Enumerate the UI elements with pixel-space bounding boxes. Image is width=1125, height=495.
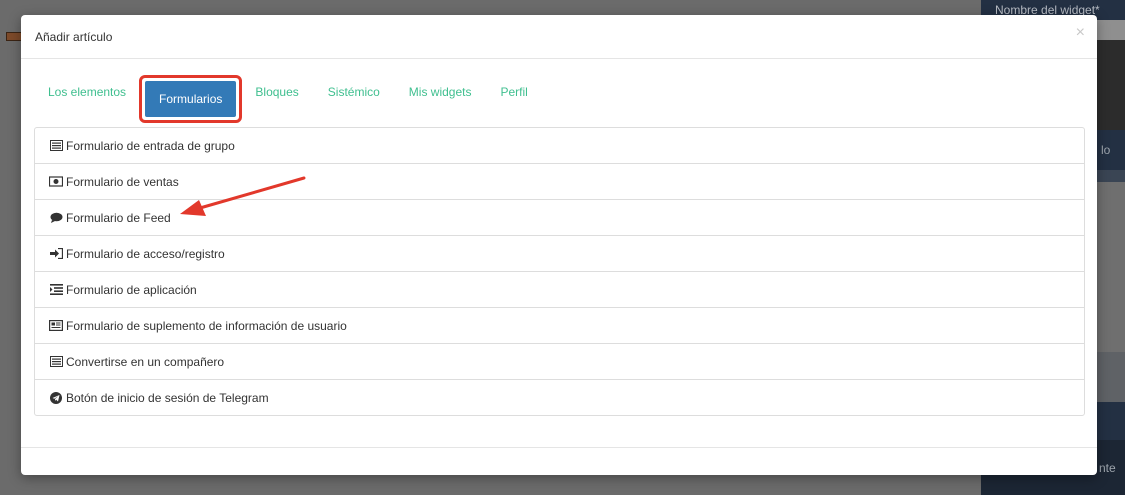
tab-los-elementos[interactable]: Los elementos [39,75,135,109]
comment-icon [49,212,63,224]
tab-formularios[interactable]: Formularios [145,81,237,117]
modal-header: Añadir artículo × [21,15,1097,59]
background-partial-text: lo [1101,143,1111,157]
indent-list-icon [49,284,63,296]
tab-mis-widgets[interactable]: Mis widgets [389,75,481,109]
list-item[interactable]: Formulario de ventas [35,163,1084,199]
add-item-modal: Añadir artículo × Los elementos Formular… [21,15,1097,475]
close-icon[interactable]: × [1076,25,1085,41]
tab-bar: Los elementos Formularios Bloques Sistém… [39,72,537,123]
list-item-label: Formulario de acceso/registro [66,246,225,261]
list-item[interactable]: Formulario de entrada de grupo [35,128,1084,163]
background-partial-text: nte [1099,461,1116,475]
list-icon [49,140,63,152]
sign-in-icon [49,248,63,260]
newspaper-icon [49,320,63,332]
list-item-label: Botón de inicio de sesión de Telegram [66,390,269,405]
list-item[interactable]: Formulario de aplicación [35,271,1084,307]
tab-sistemico[interactable]: Sistémico [308,75,389,109]
telegram-icon [49,391,63,404]
tab-bloques[interactable]: Bloques [246,75,307,109]
drag-handle [6,32,22,41]
list-item-label: Convertirse en un compañero [66,354,225,369]
list-item[interactable]: Convertirse en un compañero [35,343,1084,379]
forms-list: Formulario de entrada de grupo Formulari… [34,127,1085,416]
money-icon [49,176,63,188]
list-item[interactable]: Botón de inicio de sesión de Telegram [35,379,1084,415]
modal-title: Añadir artículo [35,30,113,44]
list-item-label: Formulario de suplemento de información … [66,318,347,333]
list-item[interactable]: Formulario de acceso/registro [35,235,1084,271]
list-item-label: Formulario de entrada de grupo [66,138,235,153]
list-item[interactable]: Formulario de suplemento de información … [35,307,1084,343]
highlight-outline: Formularios [139,75,243,123]
list-item-label: Formulario de Feed [66,210,171,225]
list-item[interactable]: Formulario de Feed [35,199,1084,235]
list-alt-icon [49,356,63,368]
list-item-label: Formulario de ventas [66,174,179,189]
tab-formularios-wrapper: Formularios [139,75,243,123]
tab-perfil[interactable]: Perfil [480,75,536,109]
modal-footer-divider [21,447,1097,448]
list-item-label: Formulario de aplicación [66,282,197,297]
